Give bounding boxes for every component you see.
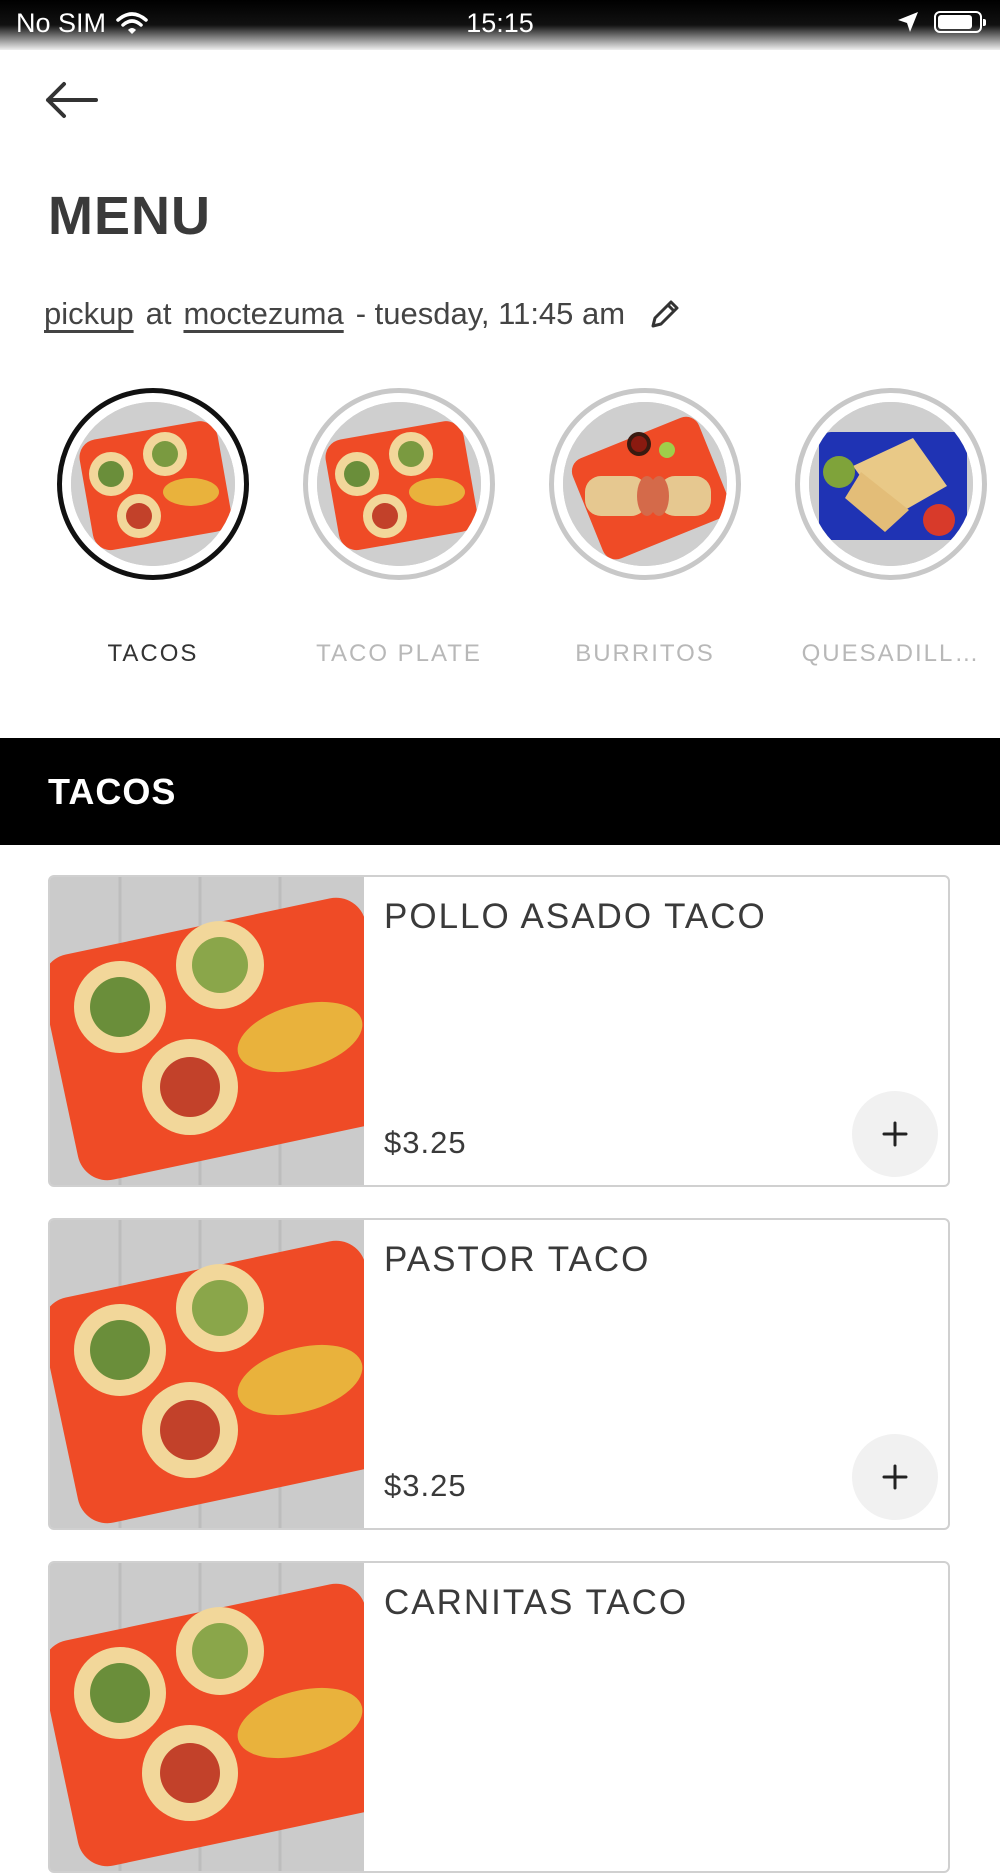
menu-item-name: POLLO ASADO TACO [384, 897, 767, 936]
add-to-cart-button[interactable] [852, 1091, 938, 1177]
category-label: TACOS [107, 640, 199, 667]
pencil-icon[interactable] [647, 296, 683, 332]
status-bar: No SIM 15:15 [0, 0, 1000, 50]
battery-icon [934, 11, 986, 33]
tacos-plate-photo [317, 402, 481, 566]
arrow-left-icon [46, 82, 98, 118]
schedule-text: - tuesday, 11:45 am [355, 296, 626, 331]
section-header: TACOS [0, 738, 1000, 845]
category-label: BURRITOS [575, 640, 715, 667]
category-ring [549, 388, 741, 580]
menu-item-card[interactable]: CARNITAS TACO [48, 1561, 950, 1873]
order-connector: at [145, 296, 172, 331]
tacos-plate-photo [50, 877, 364, 1185]
category-label: TACO PLATE [316, 640, 482, 667]
category-ring [303, 388, 495, 580]
quesadilla-plate-photo [809, 402, 973, 566]
tacos-plate-photo [50, 1563, 364, 1871]
tacos-plate-photo [50, 1220, 364, 1528]
category-carousel[interactable]: TACOS TACO PLATE BURRITOS QUESADILL… [0, 388, 1000, 678]
back-button[interactable] [40, 78, 100, 122]
menu-item-card[interactable]: POLLO ASADO TACO $3.25 [48, 875, 950, 1187]
location-link[interactable]: moctezuma [183, 296, 343, 332]
plus-icon [882, 1464, 908, 1490]
section-title: TACOS [48, 771, 177, 812]
category-ring [795, 388, 987, 580]
menu-item-name: PASTOR TACO [384, 1240, 651, 1279]
location-arrow-icon [898, 12, 918, 32]
menu-item-card[interactable]: PASTOR TACO $3.25 [48, 1218, 950, 1530]
menu-item-price: $3.25 [384, 1468, 467, 1503]
page-title: MENU [48, 186, 211, 246]
tacos-plate-photo [71, 402, 235, 566]
menu-item-price: $3.25 [384, 1125, 467, 1160]
plus-icon [882, 1121, 908, 1147]
status-right [896, 10, 986, 34]
category-ring [57, 388, 249, 580]
menu-item-name: CARNITAS TACO [384, 1583, 689, 1622]
order-mode-link[interactable]: pickup [44, 296, 134, 332]
category-label: QUESADILL… [801, 640, 981, 667]
add-to-cart-button[interactable] [852, 1434, 938, 1520]
order-details: pickup at moctezuma - tuesday, 11:45 am [44, 296, 683, 332]
clock: 15:15 [466, 8, 534, 38]
burrito-plate-photo [563, 402, 727, 566]
